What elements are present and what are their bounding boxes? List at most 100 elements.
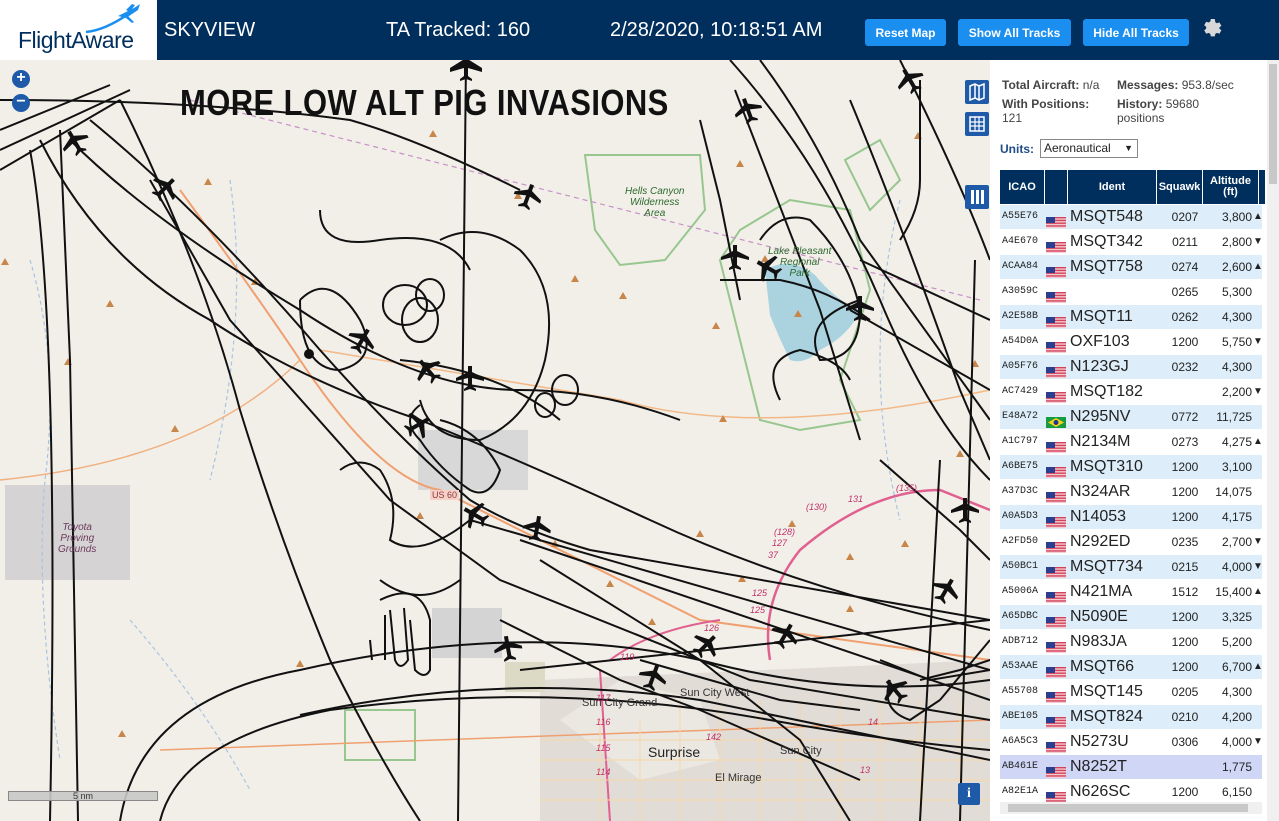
aircraft-row[interactable]: A6BE75 MSQT310 1200 3,100 (1000, 455, 1262, 480)
aircraft-row[interactable]: E48A72 N295NV 0772 11,725 (1000, 405, 1262, 430)
us-flag-icon (1046, 562, 1066, 578)
reset-map-button[interactable]: Reset Map (865, 19, 946, 46)
gear-icon[interactable] (1200, 16, 1224, 40)
row-squawk: 1200 (1171, 460, 1199, 474)
zoom-out-button[interactable]: − (12, 94, 30, 112)
history-unit: positions (1117, 111, 1165, 125)
map-canvas[interactable] (0, 60, 990, 821)
label-road-114: 114 (596, 767, 611, 777)
row-ident: N123GJ (1070, 358, 1129, 375)
row-icao: A50BC1 (1002, 561, 1039, 572)
row-icao: ABE105 (1002, 711, 1039, 722)
row-ident: N626SC (1070, 783, 1131, 800)
us-flag-icon (1046, 437, 1066, 453)
aircraft-row[interactable]: ADB712 N983JA 1200 5,200 (1000, 630, 1262, 655)
aircraft-row[interactable]: A53AAE MSQT66 1200 6,700 ▲ (1000, 655, 1263, 680)
column-icao[interactable]: ICAO (1000, 170, 1044, 204)
row-ident: MSQT824 (1070, 708, 1143, 725)
label-road-125b: 125 (750, 605, 766, 615)
aircraft-row[interactable]: A1C797 N2134M 0273 4,275 ▲ (1000, 430, 1263, 455)
aircraft-row[interactable]: ACAA84 MSQT758 0274 2,600 ▲ (1000, 255, 1263, 280)
messages-stat: Messages: 953.8/sec (1117, 78, 1234, 92)
column-ident[interactable]: Ident (1068, 170, 1156, 204)
label-lake-pleasant: Lake Pleasant Regional Park (768, 246, 832, 279)
tracked-count: TA Tracked: 160 (386, 19, 531, 41)
units-label: Units: (1000, 142, 1034, 156)
row-ident: MSQT145 (1070, 683, 1143, 700)
aircraft-row[interactable]: A65DBC N5090E 1200 3,325 (1000, 605, 1262, 630)
row-squawk: 1200 (1171, 610, 1199, 624)
units-value: Aeronautical (1044, 141, 1111, 155)
vscroll-thumb[interactable] (1269, 64, 1277, 184)
row-squawk: 0232 (1171, 360, 1199, 374)
aircraft-row[interactable]: A05F76 N123GJ 0232 4,300 (1000, 355, 1262, 380)
aircraft-row[interactable]: A2E58B MSQT11 0262 4,300 (1000, 305, 1262, 330)
label-road-135: (135) (896, 483, 918, 493)
label-road-126: 126 (704, 623, 720, 633)
hscroll-thumb[interactable] (1008, 804, 1248, 812)
hide-all-tracks-button[interactable]: Hide All Tracks (1083, 19, 1189, 46)
row-icao: A6A5C3 (1002, 736, 1039, 747)
row-icao: A54D0A (1002, 336, 1039, 347)
label-hells-canyon: Hells Canyon Wilderness Area (625, 186, 685, 219)
label-road-37: 37 (768, 550, 779, 560)
label-road-130: (130) (806, 502, 828, 512)
row-squawk: 1200 (1171, 335, 1199, 349)
label-road-125a: 125 (752, 588, 768, 598)
aircraft-row[interactable]: A37D3C N324AR 1200 14,075 (1000, 480, 1262, 505)
aircraft-row[interactable]: A55E76 MSQT548 0207 3,800 ▲ (1000, 205, 1263, 230)
row-altitude: 2,600 (1221, 260, 1252, 274)
us-flag-icon (1046, 287, 1066, 303)
aircraft-row[interactable]: AC7429 MSQT182 2,200 ▼ (1000, 380, 1263, 405)
us-flag-icon (1046, 387, 1066, 403)
row-icao: A1C797 (1002, 436, 1039, 447)
row-icao: A5006A (1002, 586, 1039, 597)
aircraft-row[interactable]: ABE105 MSQT824 0210 4,200 (1000, 705, 1262, 730)
vertical-scrollbar[interactable] (1267, 60, 1279, 821)
altitude-trend-icon: ▲ (1253, 261, 1263, 272)
app-name: SKYVIEW (164, 19, 256, 41)
row-icao: A53AAE (1002, 661, 1039, 672)
column-squawk[interactable]: Squawk (1157, 170, 1202, 204)
aircraft-row[interactable]: A55708 MSQT145 0205 4,300 (1000, 680, 1262, 705)
aircraft-row[interactable]: A3059C 0265 5,300 (1000, 280, 1262, 305)
aircraft-table-header: ICAO Ident Squawk Altitude (ft) (1000, 170, 1265, 204)
total-aircraft-stat: Total Aircraft: n/a (1002, 78, 1099, 92)
grid-icon[interactable] (965, 112, 989, 136)
units-select[interactable]: Aeronautical (1040, 139, 1138, 158)
row-icao: A37D3C (1002, 486, 1039, 497)
row-icao: ADB712 (1002, 636, 1039, 647)
map-annotation-headline: MORE LOW ALT PIG INVASIONS (180, 82, 669, 123)
row-altitude: 4,000 (1221, 735, 1252, 749)
columns-toggle-icon[interactable] (965, 185, 989, 209)
zoom-in-button[interactable]: + (12, 70, 30, 88)
us-flag-icon (1046, 537, 1066, 553)
aircraft-row[interactable]: A4E670 MSQT342 0211 2,800 ▼ (1000, 230, 1263, 255)
info-icon[interactable]: i (958, 783, 980, 805)
us-flag-icon (1046, 512, 1066, 528)
row-icao: A4E670 (1002, 236, 1039, 247)
row-squawk: 0210 (1171, 710, 1199, 724)
messages-value: 953.8/sec (1181, 78, 1234, 92)
map-layers-icon[interactable] (965, 80, 989, 104)
aircraft-row[interactable]: A54D0A OXF103 1200 5,750 ▼ (1000, 330, 1263, 355)
aircraft-row[interactable]: A0A5D3 N14053 1200 4,175 (1000, 505, 1262, 530)
aircraft-row[interactable]: A2FD50 N292ED 0235 2,700 ▼ (1000, 530, 1263, 555)
column-altitude[interactable]: Altitude (ft) (1203, 170, 1258, 204)
aircraft-row[interactable]: AB461E N8252T 1,775 (1000, 755, 1262, 780)
flightaware-logo[interactable]: FlightAware (0, 0, 157, 60)
aircraft-row[interactable]: A6A5C3 N5273U 0306 4,000 ▼ (1000, 730, 1263, 755)
aircraft-row[interactable]: A5006A N421MA 1512 15,400 ▲ (1000, 580, 1263, 605)
row-altitude: 6,150 (1221, 785, 1252, 799)
label-road-131: 131 (848, 494, 864, 504)
row-altitude: 2,700 (1221, 535, 1252, 549)
horizontal-scrollbar[interactable] (1000, 802, 1262, 814)
aircraft-row[interactable]: A50BC1 MSQT734 0215 4,000 ▼ (1000, 555, 1263, 580)
label-sun-city-grand: Sun City Grand (582, 697, 658, 709)
map-view[interactable]: MORE LOW ALT PIG INVASIONS Hells Canyon … (0, 60, 990, 821)
row-icao: A65DBC (1002, 611, 1039, 622)
row-squawk: 1512 (1171, 585, 1199, 599)
us-flag-icon (1046, 237, 1066, 253)
column-flag[interactable] (1045, 170, 1067, 204)
show-all-tracks-button[interactable]: Show All Tracks (958, 19, 1071, 46)
